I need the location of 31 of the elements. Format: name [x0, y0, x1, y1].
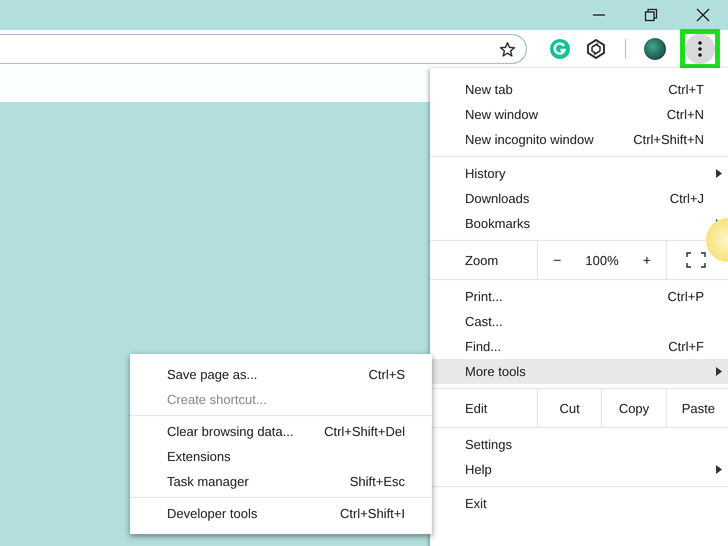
menu-item[interactable]: Extensions — [130, 444, 432, 469]
menu-item[interactable]: Task manager Shift+Esc — [130, 469, 432, 494]
menu-item[interactable]: Exit — [430, 491, 728, 516]
menu-item[interactable]: Settings — [430, 432, 728, 457]
avatar-icon[interactable] — [644, 38, 666, 60]
zoom-label: Zoom — [464, 252, 500, 270]
menu-item[interactable]: History — [430, 161, 728, 186]
edit-action-button[interactable]: Cut — [537, 389, 602, 427]
fullscreen-icon[interactable] — [686, 252, 706, 268]
menu-item[interactable]: Save page as... Ctrl+S — [130, 362, 432, 387]
edit-action-button[interactable]: Copy — [601, 389, 666, 427]
menu-item[interactable]: Downloads Ctrl+J — [430, 186, 728, 211]
menu-item[interactable]: Help — [430, 457, 728, 482]
menu-item[interactable]: Find... Ctrl+F — [430, 334, 728, 359]
menu-item[interactable]: Clear browsing data... Ctrl+Shift+Del — [130, 419, 432, 444]
menu-item[interactable]: Print... Ctrl+P — [430, 284, 728, 309]
extension-icon[interactable] — [585, 38, 607, 60]
edit-action-button[interactable]: Paste — [666, 389, 728, 427]
close-icon[interactable] — [696, 8, 710, 22]
menu-item[interactable]: New tab Ctrl+T — [430, 77, 728, 102]
star-icon[interactable] — [499, 40, 516, 58]
menu-item[interactable]: Cast... — [430, 309, 728, 334]
menu-item[interactable]: More tools — [430, 359, 728, 384]
restore-icon[interactable] — [644, 8, 658, 22]
menu-item[interactable]: Developer tools Ctrl+Shift+I — [130, 501, 432, 526]
zoom-level: 100% — [585, 252, 619, 268]
menu-item[interactable]: New incognito window Ctrl+Shift+N — [430, 127, 728, 152]
menu-item[interactable]: New window Ctrl+N — [430, 102, 728, 127]
zoom-out-button[interactable]: − — [547, 250, 568, 270]
edit-label: Edit — [464, 400, 488, 418]
zoom-in-button[interactable]: + — [636, 250, 657, 270]
